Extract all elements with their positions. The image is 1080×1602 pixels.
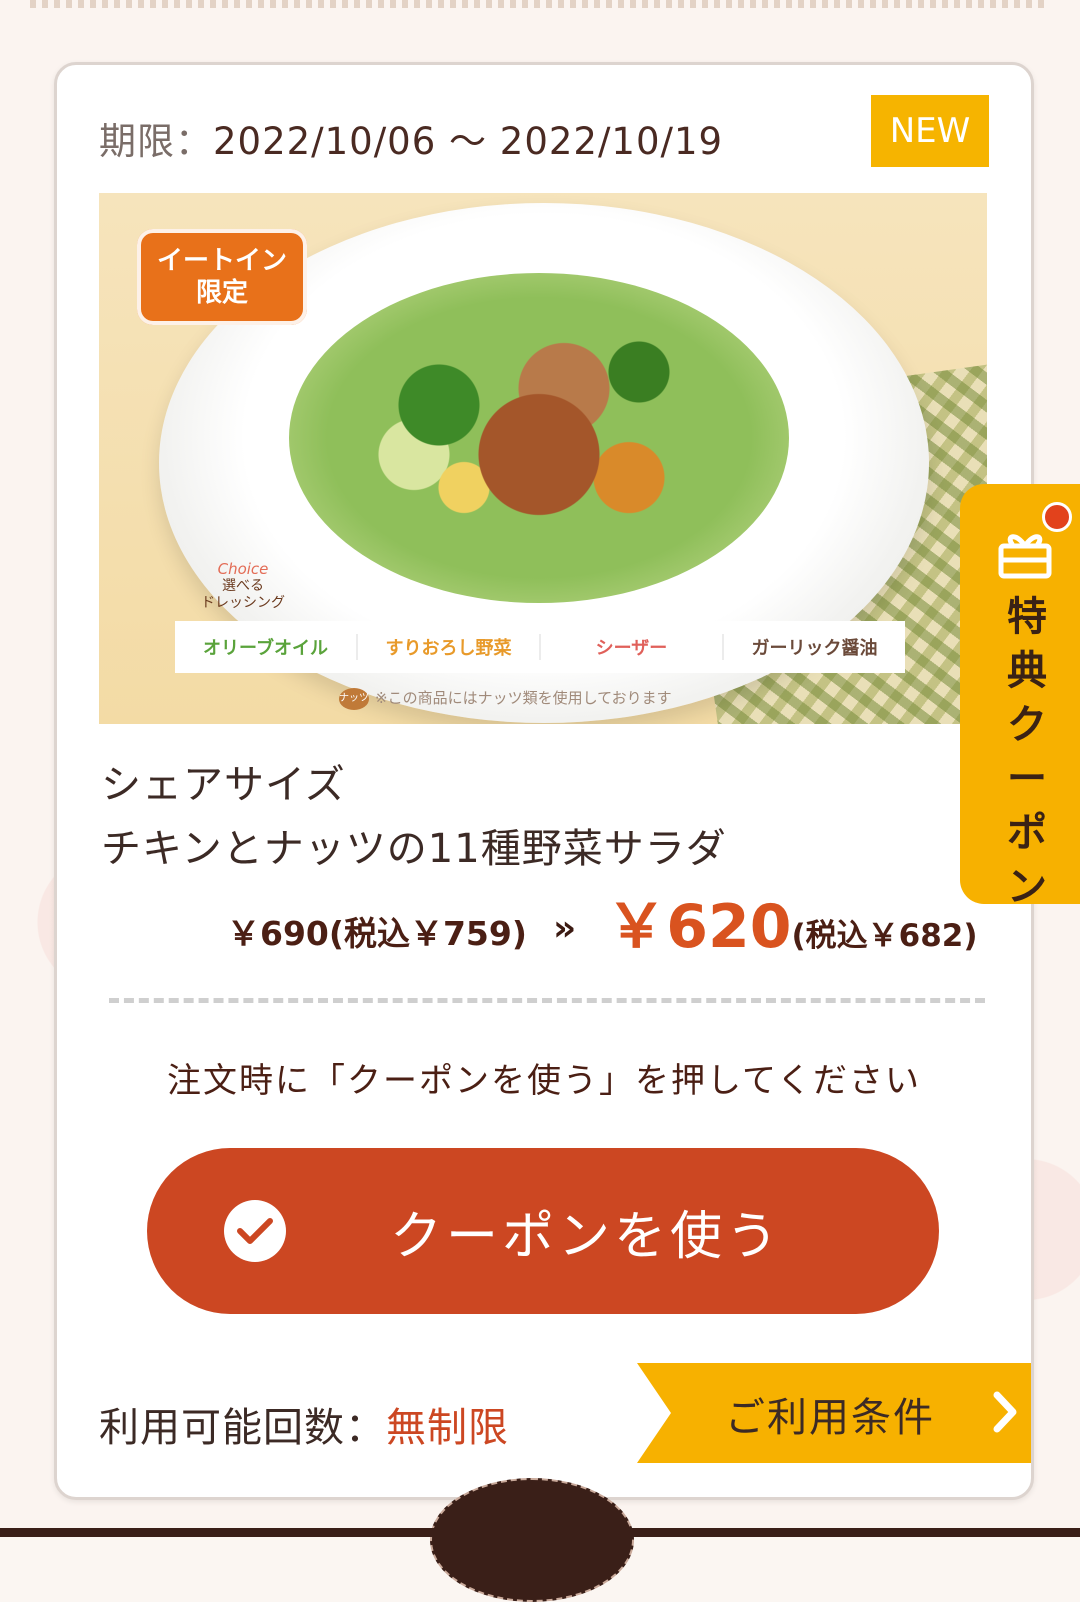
eat-in-only-badge: イートイン 限定 (137, 229, 307, 325)
choice-en: Choice (217, 560, 269, 578)
period-label: 期限： (99, 120, 213, 163)
bottom-nav-bar (0, 1528, 1080, 1537)
dressing-options: オリーブオイル すりおろし野菜 シーザー ガーリック醤油 (175, 621, 905, 673)
bonus-coupon-tab[interactable]: 特典クーポン (960, 484, 1080, 910)
choice-line1: 選べる (222, 578, 264, 594)
original-price: ￥690(税込￥759) (227, 914, 527, 953)
eat-in-line1: イートイン (156, 246, 287, 276)
terms-button[interactable]: ご利用条件 (637, 1363, 1031, 1463)
gift-icon (996, 530, 1054, 584)
usage-label: 利用可能回数： (99, 1405, 386, 1451)
nuts-notice-text: ※この商品にはナッツ類を使用しております (375, 689, 672, 707)
use-coupon-label: クーポンを使う (390, 1206, 783, 1267)
new-badge: NEW (871, 95, 989, 167)
discount-price-tax: (税込￥682) (791, 918, 978, 954)
usage-count: 利用可能回数：無制限 (99, 1395, 509, 1453)
product-name-line2: チキンとナッツの11種野菜サラダ (101, 826, 727, 872)
eat-in-line2: 限定 (195, 278, 248, 308)
nuts-icon: ナッツ (339, 687, 369, 710)
product-image: イートイン 限定 Choice 選べる ドレッシング オリーブオイル すりおろし… (99, 193, 987, 724)
double-chevron-right-icon: » (552, 908, 577, 949)
check-circle-icon (224, 1200, 286, 1262)
dressing-grated-vegetable: すりおろし野菜 (358, 634, 541, 660)
nuts-notice: ナッツ ※この商品にはナッツ類を使用しております (339, 687, 672, 710)
terms-label: ご利用条件 (725, 1395, 935, 1441)
coupon-card: 期限：2022/10/06 〜 2022/10/19 NEW イートイン 限定 … (54, 62, 1034, 1500)
product-name-line1: シェアサイズ (101, 762, 346, 808)
product-name: シェアサイズ チキンとナッツの11種野菜サラダ (101, 753, 727, 881)
divider (109, 998, 985, 1003)
choice-line2: ドレッシング (201, 595, 285, 611)
bonus-coupon-label: 特典クーポン (1007, 594, 1047, 910)
notification-dot (1042, 502, 1072, 532)
bottom-nav-center[interactable] (430, 1478, 634, 1602)
salad (289, 273, 789, 603)
usage-value: 無制限 (386, 1405, 509, 1451)
dressing-caesar: シーザー (541, 634, 724, 660)
choice-label: Choice 選べる ドレッシング (183, 561, 303, 612)
use-coupon-button[interactable]: クーポンを使う (147, 1148, 939, 1314)
top-decoration (30, 0, 1050, 8)
discount-price: ￥620 (606, 892, 792, 962)
dressing-olive-oil: オリーブオイル (175, 634, 358, 660)
price-row: ￥690(税込￥759) » ￥620 (税込￥682) (227, 897, 987, 957)
instruction-text: 注文時に「クーポンを使う」を押してください (167, 1061, 921, 1101)
period-value: 2022/10/06 〜 2022/10/19 (213, 120, 724, 163)
coupon-period: 期限：2022/10/06 〜 2022/10/19 (99, 111, 723, 165)
dressing-garlic-soy: ガーリック醤油 (751, 638, 878, 659)
